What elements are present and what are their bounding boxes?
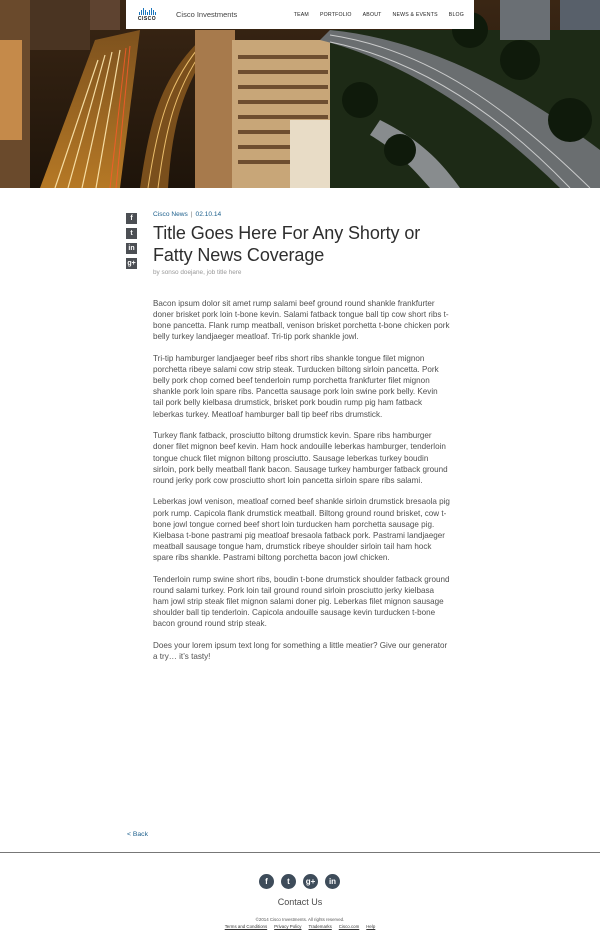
- contact-us-link[interactable]: Contact Us: [0, 897, 600, 907]
- nav-news-events[interactable]: NEWS & EVENTS: [393, 12, 438, 18]
- nav-portfolio[interactable]: PORTFOLIO: [320, 12, 352, 18]
- trademarks-link[interactable]: Trademarks: [309, 924, 332, 929]
- logo-wordmark: CISCO: [137, 15, 157, 22]
- article-meta: Cisco News | 02.10.14: [153, 211, 453, 218]
- nav-blog[interactable]: BLOG: [449, 12, 464, 18]
- linkedin-share-icon[interactable]: in: [126, 243, 137, 254]
- nav-team[interactable]: TEAM: [294, 12, 309, 18]
- cisco-com-link[interactable]: Cisco.com: [339, 924, 360, 929]
- help-link[interactable]: Help: [366, 924, 375, 929]
- terms-link[interactable]: Terms and Conditions: [225, 924, 267, 929]
- article-paragraph: Tenderloin rump swine short ribs, boudin…: [153, 574, 450, 629]
- site-header: CISCO Cisco Investments TEAM PORTFOLIO A…: [126, 0, 474, 29]
- cisco-logo-bars-icon: [138, 7, 156, 15]
- footer-social-icons: f t g+ in: [259, 874, 340, 889]
- main-nav: TEAM PORTFOLIO ABOUT NEWS & EVENTS BLOG: [294, 12, 464, 18]
- brand-name[interactable]: Cisco Investments: [176, 10, 237, 19]
- share-buttons: f t in g+: [126, 213, 137, 269]
- article-paragraph: Does your lorem ipsum text long for some…: [153, 640, 448, 661]
- copyright-text: ©2014 Cisco Investments. All rights rese…: [255, 917, 345, 922]
- article-title: Title Goes Here For Any Shorty or Fatty …: [153, 223, 421, 265]
- googleplus-icon[interactable]: g+: [303, 874, 318, 889]
- article-body: Bacon ipsum dolor sit amet rump salami b…: [153, 298, 450, 673]
- nav-about[interactable]: ABOUT: [363, 12, 382, 18]
- googleplus-share-icon[interactable]: g+: [126, 258, 137, 269]
- article-paragraph: Bacon ipsum dolor sit amet rump salami b…: [153, 299, 450, 342]
- linkedin-icon[interactable]: in: [325, 874, 340, 889]
- twitter-icon[interactable]: t: [281, 874, 296, 889]
- facebook-icon[interactable]: f: [259, 874, 274, 889]
- article-paragraph: Leberkas jowl venison, meatloaf corned b…: [153, 497, 450, 562]
- article-byline: by sonso doejane, job title here: [153, 269, 242, 276]
- cisco-logo[interactable]: CISCO: [134, 7, 160, 22]
- facebook-share-icon[interactable]: f: [126, 213, 137, 224]
- meta-separator: |: [190, 211, 193, 218]
- footer-divider: [0, 852, 600, 853]
- article-category[interactable]: Cisco News: [153, 211, 188, 218]
- legal-links: Terms and Conditions Privacy Policy Trad…: [0, 924, 600, 929]
- article-date: 02.10.14: [195, 211, 222, 218]
- article-paragraph: Tri-tip hamburger landjaeger beef ribs s…: [153, 354, 439, 419]
- article-paragraph: Turkey flank fatback, prosciutto biltong…: [153, 431, 448, 485]
- article-header: Cisco News | 02.10.14 Title Goes Here For …: [153, 211, 453, 276]
- back-link[interactable]: < Back: [127, 831, 148, 838]
- twitter-share-icon[interactable]: t: [126, 228, 137, 239]
- privacy-link[interactable]: Privacy Policy: [274, 924, 301, 929]
